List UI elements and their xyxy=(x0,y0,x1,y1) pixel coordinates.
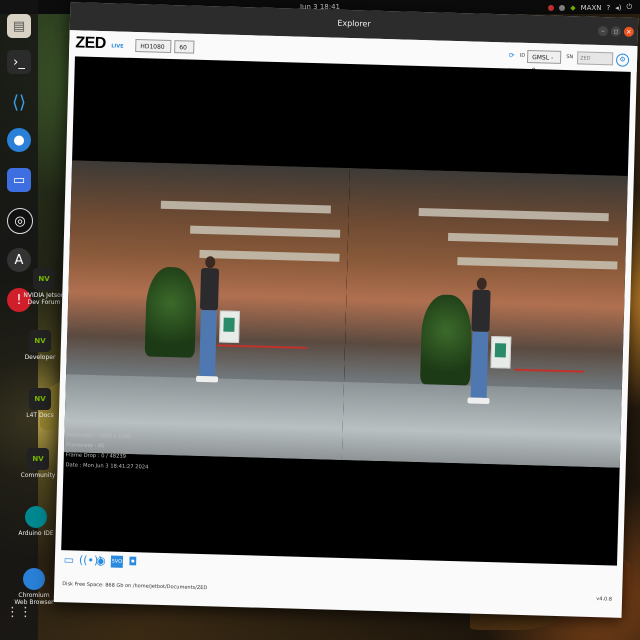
desktop-icon-label: Arduino IDE xyxy=(18,530,54,537)
refresh-icon[interactable]: ⟳ xyxy=(506,50,517,61)
sn-label: SN xyxy=(566,54,574,61)
camera-info-panel: Model : ZED X Resolution : 3840 x 1080 F… xyxy=(65,420,149,472)
power-mode-label[interactable]: MAXN xyxy=(581,4,602,12)
network-icon[interactable] xyxy=(559,4,566,11)
desktop-icon-developer[interactable]: NV Developer xyxy=(18,330,62,361)
record-icon[interactable]: ◉ xyxy=(95,554,107,567)
desktop-icon-forum[interactable]: NV NVIDIA Jetson Dev Forum xyxy=(22,268,66,306)
nvidia-icon: NV xyxy=(29,330,51,352)
nvidia-icon: NV xyxy=(29,388,51,410)
live-label: LIVE xyxy=(111,43,124,50)
plant xyxy=(144,266,198,358)
folder-icon[interactable]: ▭ xyxy=(63,553,75,566)
serial-number-field[interactable]: ZED xyxy=(576,51,614,66)
version-text: v4.0.8 xyxy=(596,596,613,603)
fps-select[interactable]: 60⌄ xyxy=(174,40,195,65)
maximize-button[interactable]: ▫ xyxy=(610,26,622,37)
resolution-select[interactable]: HD1080⌄ xyxy=(135,39,172,64)
update-icon[interactable] xyxy=(548,4,555,11)
plant xyxy=(419,294,473,386)
minimize-button[interactable]: – xyxy=(597,25,609,37)
window-title: Explorer xyxy=(337,18,371,29)
chromium-icon xyxy=(23,568,45,590)
settings-icon[interactable]: ⚙ xyxy=(615,53,630,67)
volume-icon[interactable]: ◂) xyxy=(615,4,621,12)
snapshot-icon[interactable]: ◘ xyxy=(127,555,139,568)
arduino-icon xyxy=(25,506,47,528)
zed-explorer-window: Explorer – ▫ × ZED LIVE HD1080⌄ 60⌄ ⟳ ID… xyxy=(53,2,639,618)
zed-logo: ZED xyxy=(75,34,107,53)
desktop-icon-label: Community xyxy=(20,472,56,479)
left-camera-image xyxy=(63,160,350,460)
disk-space-text: Disk Free Space: 868 Gb on /home/jetbot/… xyxy=(62,581,208,592)
system-tray[interactable]: ◆ MAXN ? ◂) ⏻ xyxy=(548,3,632,12)
fps-value: 60 xyxy=(179,44,187,52)
stream-icon[interactable]: ((•)) xyxy=(79,554,103,568)
desktop-icon-docs[interactable]: NV L4T Docs xyxy=(18,388,62,419)
help-icon[interactable]: ? xyxy=(606,4,610,12)
poster xyxy=(219,310,240,344)
video-view[interactable] xyxy=(61,56,631,566)
id-label: ID xyxy=(519,52,526,59)
desktop-icon-label: L4T Docs xyxy=(26,412,54,419)
desktop-icon-chromium[interactable]: Chromium Web Browser xyxy=(12,568,56,606)
resolution-value: HD1080 xyxy=(140,43,165,51)
desktop-icon-community[interactable]: NV Community xyxy=(16,448,60,479)
desktop-icon-label: NVIDIA Jetson Dev Forum xyxy=(23,292,65,306)
svo-icon[interactable]: SVO xyxy=(110,555,124,568)
dock: ▤ ›_ ⟨⟩ ● ▭ ◎ A ! ⋮⋮ xyxy=(0,0,38,640)
power-icon[interactable]: ⏻ xyxy=(626,3,632,12)
right-camera-image xyxy=(341,168,628,468)
desktop-icon-arduino[interactable]: Arduino IDE xyxy=(14,506,58,537)
chromium-icon[interactable]: ● xyxy=(7,128,31,152)
desktop-icon-label: Developer xyxy=(24,354,56,361)
close-button[interactable]: × xyxy=(623,26,635,37)
poster xyxy=(490,336,512,369)
obs-icon[interactable]: ◎ xyxy=(7,208,33,234)
nvidia-icon[interactable]: ◆ xyxy=(570,4,575,12)
nvidia-icon: NV xyxy=(33,268,55,290)
camera-select[interactable]: GMSL - 0⌄ xyxy=(526,49,562,75)
desktop-icon-label: Chromium Web Browser xyxy=(14,592,54,606)
vscode-icon[interactable]: ⟨⟩ xyxy=(7,90,31,114)
terminal-icon[interactable]: ›_ xyxy=(7,50,31,74)
text-editor-icon[interactable]: ▭ xyxy=(7,168,31,192)
nvidia-icon: NV xyxy=(27,448,49,470)
files-icon[interactable]: ▤ xyxy=(7,14,31,38)
